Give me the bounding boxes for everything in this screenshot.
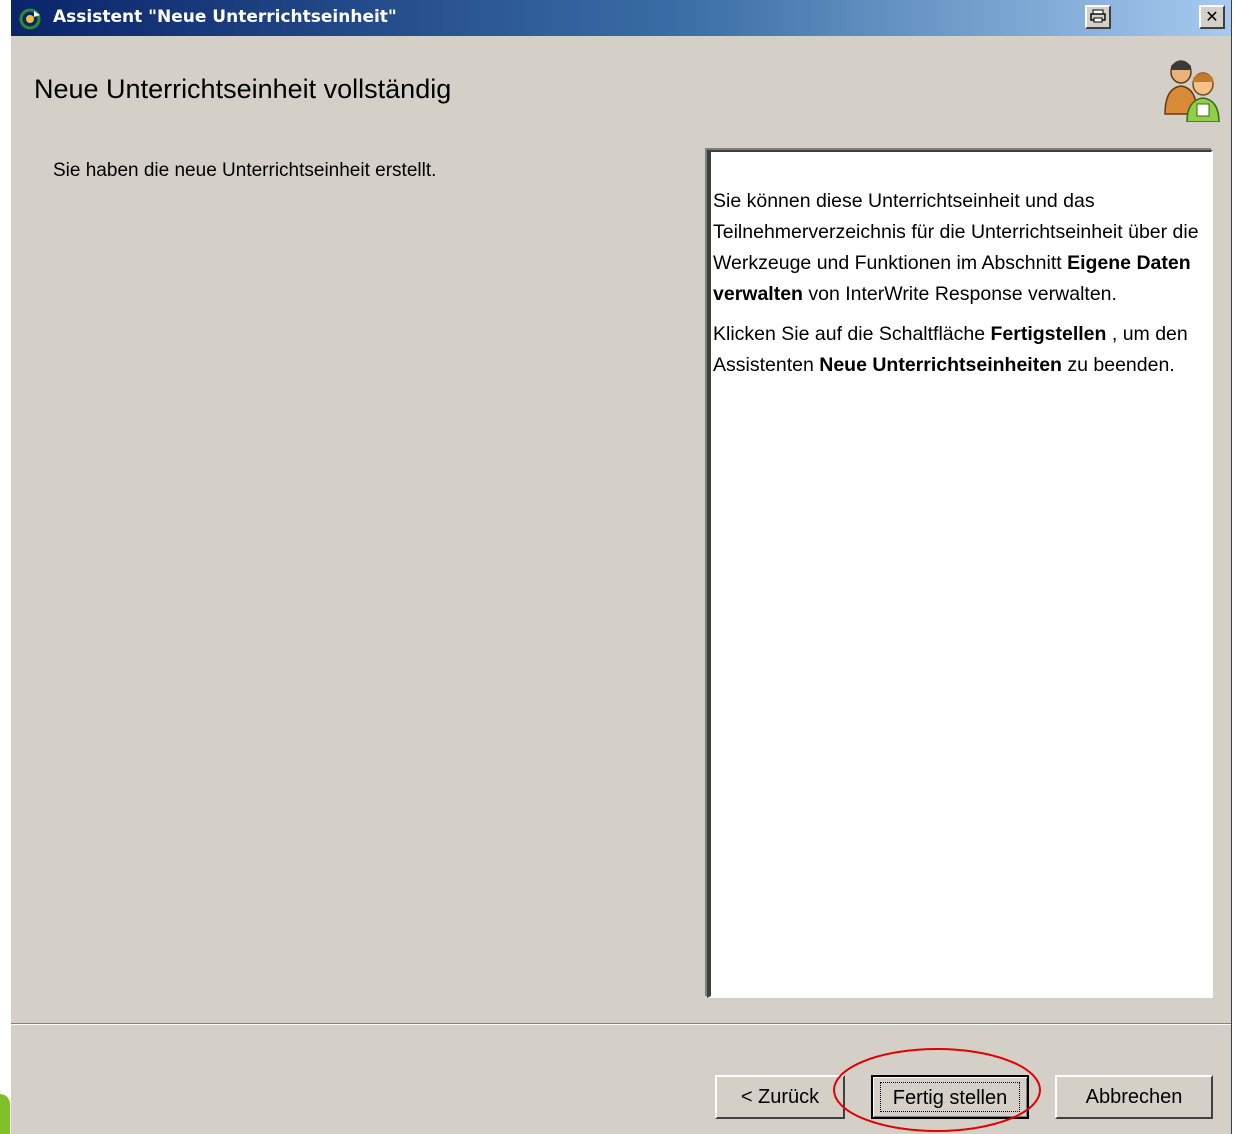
info-paragraph-1: Sie können diese Unterrichtseinheit und … — [713, 186, 1203, 310]
back-button[interactable]: < Zurück — [715, 1075, 845, 1119]
cancel-button[interactable]: Abbrechen — [1055, 1075, 1213, 1119]
title-bar[interactable]: Assistent "Neue Unterrichtseinheit" ✕ — [11, 0, 1231, 36]
info-paragraph-2: Klicken Sie auf die Schaltfläche Fertigs… — [713, 319, 1203, 381]
print-button[interactable] — [1085, 5, 1111, 29]
info-panel: Sie können diese Unterrichtseinheit und … — [707, 150, 1213, 998]
app-icon — [19, 8, 41, 30]
info-bold-span: Neue Unterrichtseinheiten — [819, 354, 1062, 376]
annotation-ellipse — [833, 1048, 1041, 1132]
info-text-span: Klicken Sie auf die Schaltfläche — [713, 323, 991, 345]
users-icon — [1164, 60, 1220, 122]
wizard-window: Assistent "Neue Unterrichtseinheit" ✕ Ne… — [10, 0, 1232, 1134]
print-icon — [1090, 9, 1106, 23]
info-text-span: zu beenden. — [1061, 354, 1175, 376]
info-bold-span: Fertigstellen — [990, 323, 1107, 345]
window-title: Assistent "Neue Unterrichtseinheit" — [53, 7, 397, 27]
page-title: Neue Unterrichtseinheit vollständig — [34, 74, 452, 104]
info-text-span: von InterWrite Response verwalten. — [802, 283, 1117, 305]
info-text: Sie können diese Unterrichtseinheit und … — [713, 186, 1203, 390]
close-icon: ✕ — [1205, 7, 1219, 26]
close-button[interactable]: ✕ — [1199, 5, 1225, 29]
background-decoration — [0, 1094, 10, 1134]
footer-separator — [11, 1023, 1231, 1025]
intro-text: Sie haben die neue Unterrichtseinheit er… — [53, 160, 437, 181]
